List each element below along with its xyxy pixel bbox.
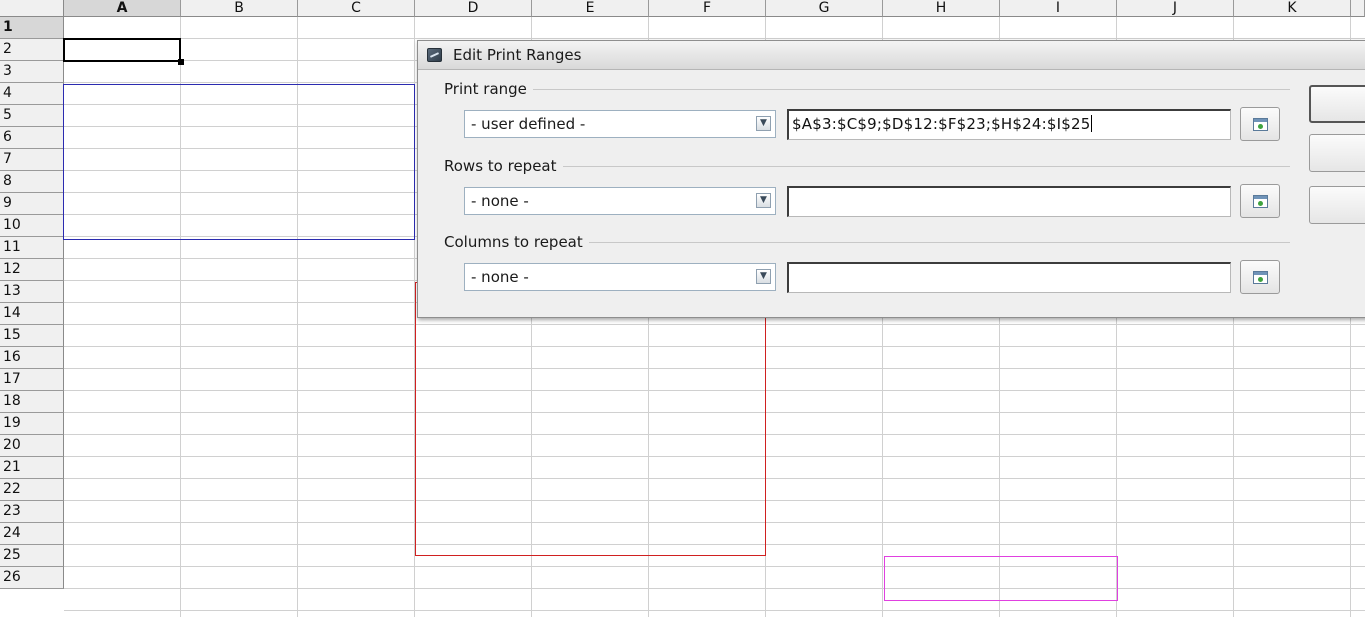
column-header-e[interactable]: E — [532, 0, 649, 17]
row-header-2[interactable]: 2 — [0, 39, 64, 61]
row-header-5[interactable]: 5 — [0, 105, 64, 127]
row-header-12[interactable]: 12 — [0, 259, 64, 281]
print-range-input[interactable]: $A$3:$C$9;$D$12:$F$23;$H$24:$I$25 — [787, 109, 1231, 140]
row-header-6[interactable]: 6 — [0, 127, 64, 149]
text-caret — [1091, 115, 1093, 132]
row-header-7[interactable]: 7 — [0, 149, 64, 171]
print-range-input-value: $A$3:$C$9;$D$12:$F$23;$H$24:$I$25 — [792, 115, 1091, 133]
columns-to-repeat-select[interactable]: - none - ▼ — [464, 263, 776, 291]
rows-to-repeat-input[interactable] — [787, 186, 1231, 217]
section-divider — [448, 89, 1290, 90]
print-range-highlight-3 — [884, 556, 1118, 601]
dialog-titlebar[interactable]: Edit Print Ranges — [418, 41, 1365, 70]
edit-print-ranges-dialog: Edit Print Ranges Print range - user def… — [417, 40, 1365, 318]
section-divider — [448, 166, 1290, 167]
row-header-11[interactable]: 11 — [0, 237, 64, 259]
row-header-16[interactable]: 16 — [0, 347, 64, 369]
shrink-dialog-icon — [1253, 118, 1268, 131]
row-header-15[interactable]: 15 — [0, 325, 64, 347]
row-header-20[interactable]: 20 — [0, 435, 64, 457]
chevron-down-icon[interactable]: ▼ — [756, 116, 771, 131]
row-header-9[interactable]: 9 — [0, 193, 64, 215]
dialog-title: Edit Print Ranges — [453, 46, 582, 64]
help-button[interactable] — [1309, 186, 1365, 224]
column-header-h[interactable]: H — [883, 0, 1000, 17]
column-header-k[interactable]: K — [1234, 0, 1351, 17]
select-all-corner[interactable] — [0, 0, 64, 17]
rows-to-repeat-shrink-button[interactable] — [1240, 184, 1280, 218]
columns-to-repeat-label: Columns to repeat — [444, 233, 589, 251]
ok-button[interactable] — [1309, 85, 1365, 123]
row-header-1[interactable]: 1 — [0, 17, 64, 39]
row-header-17[interactable]: 17 — [0, 369, 64, 391]
column-header-b[interactable]: B — [181, 0, 298, 17]
row-header-22[interactable]: 22 — [0, 479, 64, 501]
column-header-j[interactable]: J — [1117, 0, 1234, 17]
row-header-14[interactable]: 14 — [0, 303, 64, 325]
row-header-8[interactable]: 8 — [0, 171, 64, 193]
print-range-highlight-2 — [415, 282, 766, 556]
row-header-10[interactable]: 10 — [0, 215, 64, 237]
rows-to-repeat-select-value: - none - — [471, 192, 529, 210]
print-range-select-value: - user defined - — [471, 115, 586, 133]
print-range-highlight-1 — [63, 84, 415, 240]
columns-to-repeat-input[interactable] — [787, 262, 1231, 293]
column-header-g[interactable]: G — [766, 0, 883, 17]
column-header-a[interactable]: A — [64, 0, 181, 17]
row-header-4[interactable]: 4 — [0, 83, 64, 105]
shrink-dialog-icon — [1253, 271, 1268, 284]
rows-to-repeat-select[interactable]: - none - ▼ — [464, 187, 776, 215]
cancel-button[interactable] — [1309, 134, 1365, 172]
column-header-i[interactable]: I — [1000, 0, 1117, 17]
shrink-dialog-icon — [1253, 195, 1268, 208]
column-header-f[interactable]: F — [649, 0, 766, 17]
print-range-shrink-button[interactable] — [1240, 107, 1280, 141]
chevron-down-icon[interactable]: ▼ — [756, 193, 771, 208]
fill-handle[interactable] — [178, 59, 184, 65]
dialog-app-icon — [427, 48, 442, 62]
row-header-21[interactable]: 21 — [0, 457, 64, 479]
columns-to-repeat-shrink-button[interactable] — [1240, 260, 1280, 294]
print-range-select[interactable]: - user defined - ▼ — [464, 110, 776, 138]
row-header-26[interactable]: 26 — [0, 567, 64, 589]
column-header-c[interactable]: C — [298, 0, 415, 17]
row-header-19[interactable]: 19 — [0, 413, 64, 435]
row-header-18[interactable]: 18 — [0, 391, 64, 413]
column-header-overflow[interactable] — [1351, 0, 1365, 17]
row-header-3[interactable]: 3 — [0, 61, 64, 83]
chevron-down-icon[interactable]: ▼ — [756, 269, 771, 284]
row-header-13[interactable]: 13 — [0, 281, 64, 303]
cell-cursor-a1[interactable] — [63, 38, 181, 62]
column-header-d[interactable]: D — [415, 0, 532, 17]
rows-to-repeat-label: Rows to repeat — [444, 157, 563, 175]
print-range-label: Print range — [444, 80, 533, 98]
columns-to-repeat-select-value: - none - — [471, 268, 529, 286]
row-header-24[interactable]: 24 — [0, 523, 64, 545]
row-header-25[interactable]: 25 — [0, 545, 64, 567]
row-header-23[interactable]: 23 — [0, 501, 64, 523]
